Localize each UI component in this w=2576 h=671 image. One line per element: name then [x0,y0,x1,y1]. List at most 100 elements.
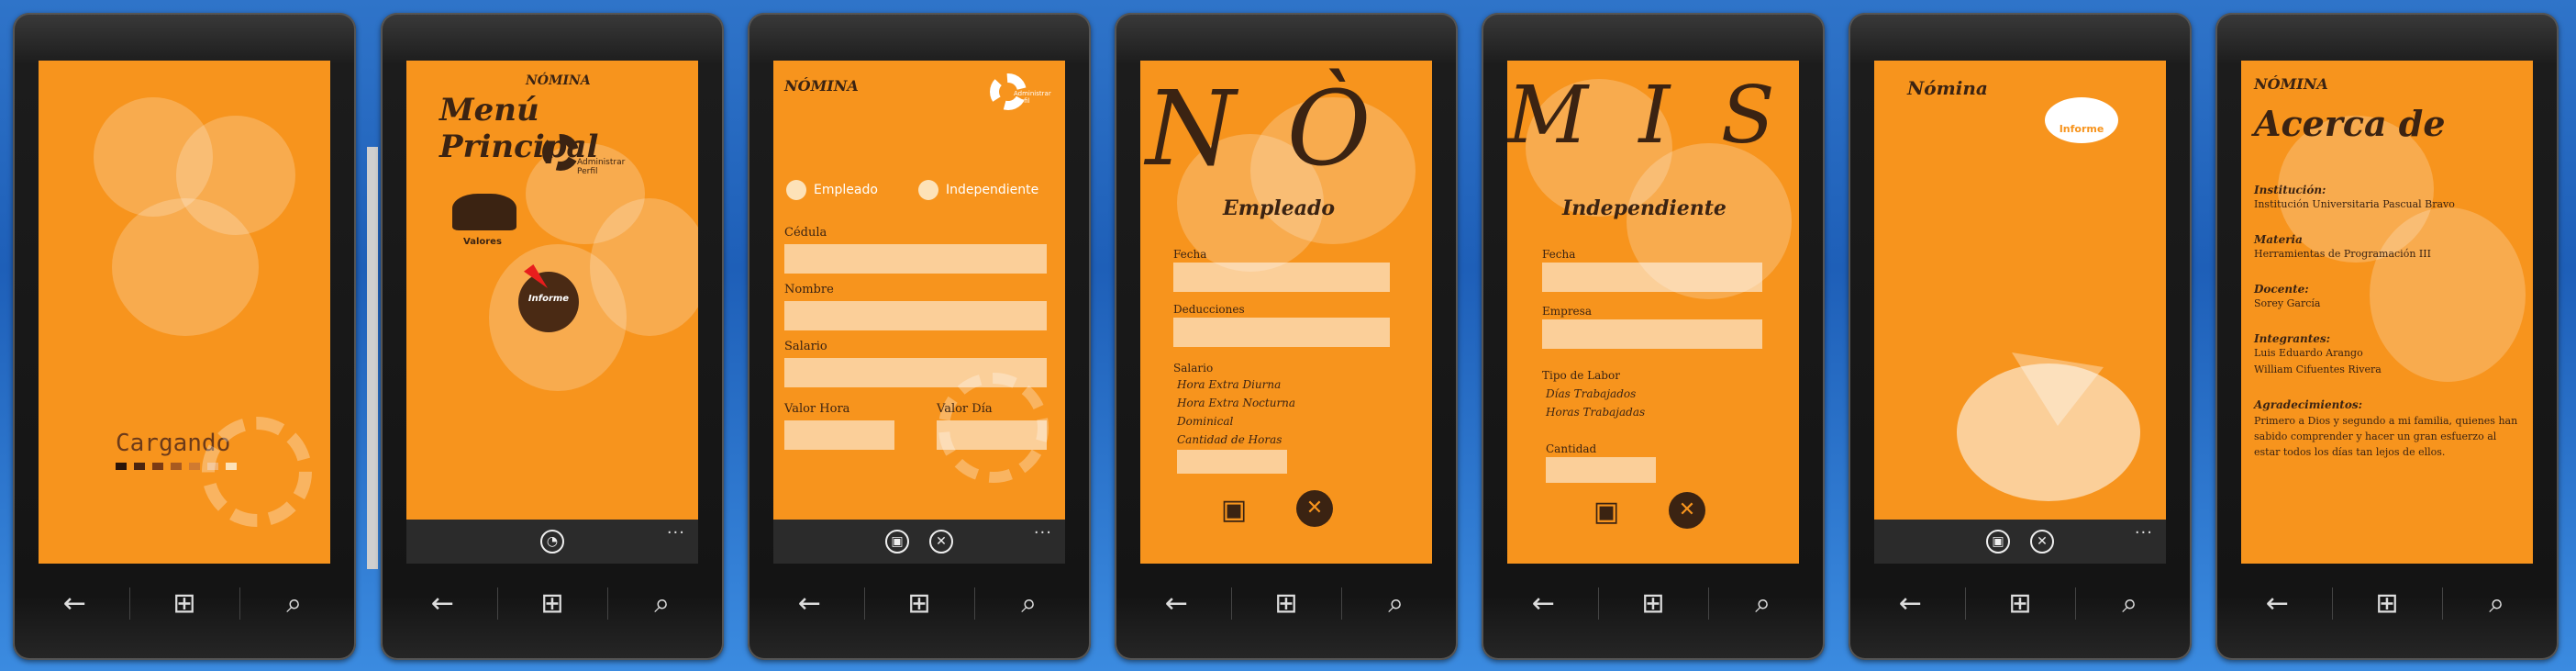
cedula-input[interactable] [784,244,1047,274]
gear-icon [202,417,312,527]
values-label[interactable]: Valores [463,237,502,247]
hardware-buttons: ← ⊞ ⌕ [1489,566,1817,640]
empresa-input[interactable] [1542,319,1762,349]
fecha-input[interactable] [1542,263,1762,292]
fecha-input[interactable] [1173,263,1390,292]
phone-menu: NÓMINA Menú Principal Administrar Perfil… [381,13,724,660]
app-label: NÓMINA [2254,75,2328,93]
option-hora-extra-diurna[interactable]: Hora Extra Diurna [1177,378,1281,391]
page-title: Acerca de [2254,103,2446,144]
search-icon[interactable]: ⌕ [973,587,1083,620]
report-appbar-icon[interactable]: ◔ [540,530,564,554]
option-dominical[interactable]: Dominical [1177,415,1233,428]
more-icon[interactable]: ··· [1034,523,1052,542]
hardware-buttons: ← ⊞ ⌕ [1122,566,1450,640]
gear-icon[interactable] [542,134,579,171]
back-icon[interactable]: ← [388,587,496,620]
admin-profile-label[interactable]: Administrar Perfil [577,158,632,176]
radio-independiente[interactable] [918,180,938,200]
option-horas-trabajadas[interactable]: Horas Trabajadas [1546,406,1645,419]
materia-label: Materia [2254,233,2303,246]
fecha-label: Fecha [1542,248,1576,261]
fecha-label: Fecha [1173,248,1207,261]
windows-icon[interactable]: ⊞ [1230,587,1340,620]
salario-input[interactable] [784,358,1047,387]
screen-loading: Cargando [39,61,330,564]
tipo-labor-label: Tipo de Labor [1542,369,1620,382]
radio-empleado[interactable] [786,180,806,200]
page-title: Independiente [1562,196,1727,220]
valor-hora-label: Valor Hora [784,402,850,416]
search-icon[interactable]: ⌕ [2441,587,2551,620]
hardware-buttons: ← ⊞ ⌕ [755,566,1083,640]
more-icon[interactable]: ··· [2135,523,2153,542]
windows-icon[interactable]: ⊞ [1964,587,2074,620]
clover-leaf [2370,207,2526,382]
valor-dia-input[interactable] [937,420,1047,450]
search-icon[interactable]: ⌕ [606,587,716,620]
search-icon[interactable]: ⌕ [2074,587,2184,620]
back-icon[interactable]: ← [1856,587,1964,620]
save-icon[interactable]: ▣ [1586,492,1627,532]
cancel-icon[interactable]: ✕ [1669,492,1705,529]
back-icon[interactable]: ← [755,587,863,620]
search-icon[interactable]: ⌕ [1340,587,1450,620]
windows-icon[interactable]: ⊞ [496,587,606,620]
phone-independiente: M I S Independiente Fecha Empresa Tipo d… [1482,13,1825,660]
app-label: NÓMINA [526,73,591,88]
agradecimientos-label: Agradecimientos: [2254,398,2363,411]
nombre-input[interactable] [784,301,1047,330]
title-letters: N Ò [1146,70,1381,189]
phone-empleado: N Ò Empleado Fecha Deducciones Salario H… [1115,13,1458,660]
radio-empleado-label[interactable]: Empleado [814,183,878,197]
phone-informe: Nómina Informe ▣ ✕ ··· ← ⊞ ⌕ [1849,13,2192,660]
report-label: Informe [2059,123,2104,135]
back-icon[interactable]: ← [20,587,128,620]
report-label: Informe [527,294,570,304]
windows-icon[interactable]: ⊞ [863,587,973,620]
cancel-icon[interactable]: ✕ [929,530,953,554]
option-dias-trabajados[interactable]: Días Trabajados [1546,387,1636,400]
deducciones-input[interactable] [1173,318,1390,347]
cantidad-input[interactable] [1546,457,1656,483]
admin-profile-label[interactable]: Administrar Perfil [1014,90,1060,105]
app-bar: ▣ ✕ ··· [1874,520,2166,564]
windows-icon[interactable]: ⊞ [2331,587,2441,620]
valor-dia-label: Valor Día [937,402,993,416]
save-icon[interactable]: ▣ [1986,530,2010,554]
hardware-buttons: ← ⊞ ⌕ [20,566,349,640]
taskbar-strip [367,147,378,569]
back-icon[interactable]: ← [2223,587,2331,620]
report-button[interactable]: Informe [518,272,579,332]
windows-icon[interactable]: ⊞ [1597,587,1707,620]
cantidad-horas-input[interactable] [1177,450,1287,474]
back-icon[interactable]: ← [1122,587,1230,620]
app-bar: ◔ ··· [406,520,698,564]
cancel-icon[interactable]: ✕ [1296,490,1333,527]
windows-icon[interactable]: ⊞ [128,587,239,620]
save-icon[interactable]: ▣ [885,530,909,554]
docente-label: Docente: [2254,283,2309,296]
screen-informe: Nómina Informe ▣ ✕ ··· [1874,61,2166,564]
integrante-2: William Cifuentes Rivera [2254,363,2382,375]
hardware-buttons: ← ⊞ ⌕ [2223,566,2551,640]
radio-independiente-label[interactable]: Independiente [946,183,1038,197]
search-icon[interactable]: ⌕ [239,587,349,620]
cedula-label: Cédula [784,226,827,240]
valor-hora-input[interactable] [784,420,894,450]
institucion-label: Institución: [2254,184,2326,196]
save-icon[interactable]: ▣ [1214,490,1254,531]
empresa-label: Empresa [1542,305,1592,318]
people-icon[interactable] [452,194,516,230]
integrante-1: Luis Eduardo Arango [2254,347,2363,359]
option-hora-extra-nocturna[interactable]: Hora Extra Nocturna [1177,397,1295,409]
search-icon[interactable]: ⌕ [1707,587,1817,620]
cancel-icon[interactable]: ✕ [2030,530,2054,554]
more-icon[interactable]: ··· [667,523,685,542]
integrantes-label: Integrantes: [2254,332,2331,345]
app-label: NÓMINA [784,77,859,95]
hardware-buttons: ← ⊞ ⌕ [388,566,716,640]
option-cantidad-horas: Cantidad de Horas [1177,433,1282,446]
back-icon[interactable]: ← [1489,587,1597,620]
title-letters: M I S [1507,70,1788,162]
